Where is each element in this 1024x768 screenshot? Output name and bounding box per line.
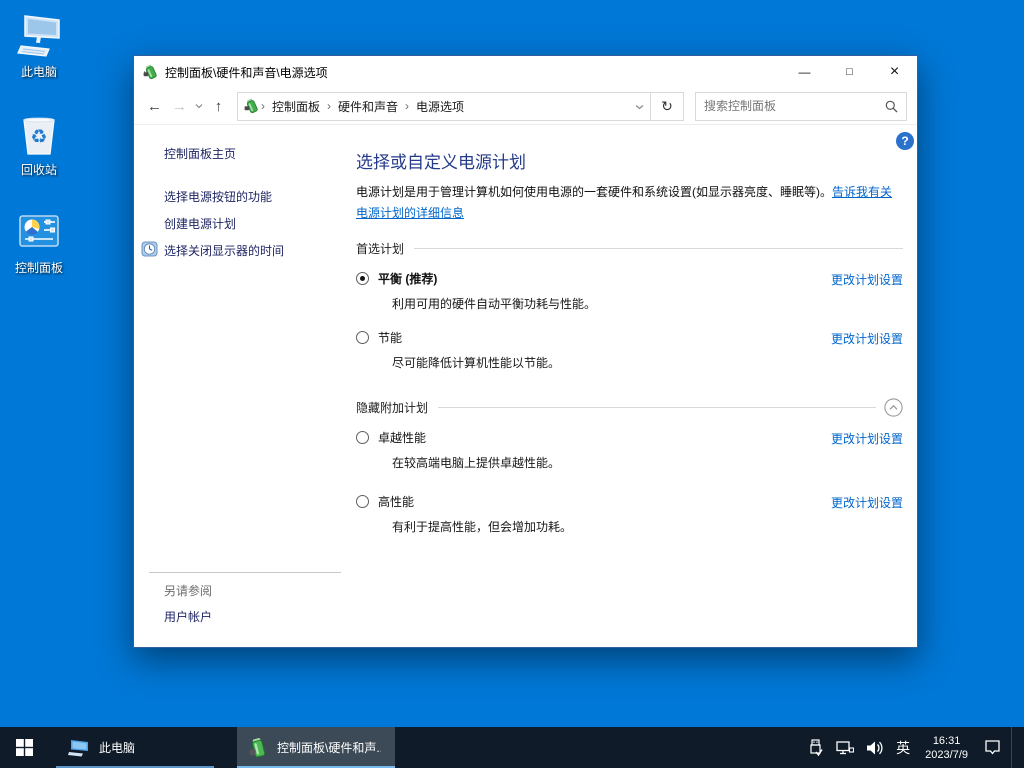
power-options-icon bbox=[244, 98, 258, 114]
desktop-icon-this-pc[interactable]: 此电脑 bbox=[0, 12, 78, 80]
address-chevron-down-icon[interactable] bbox=[635, 99, 644, 113]
section-title: 隐藏附加计划 bbox=[356, 401, 429, 415]
clock-time: 16:31 bbox=[932, 734, 961, 747]
sidebar-item-user-accounts[interactable]: 用户帐户 bbox=[164, 608, 212, 625]
windows-logo-icon bbox=[15, 739, 33, 756]
section-title: 首选计划 bbox=[356, 242, 405, 256]
main-pane: ? 选择或自定义电源计划 电源计划是用于管理计算机如何使用电源的一套硬件和系统设… bbox=[356, 125, 917, 647]
desktop-icon-label: 回收站 bbox=[20, 163, 57, 177]
plan-description: 有利于提高性能，但会增加功耗。 bbox=[392, 520, 573, 534]
taskbar-item-control-panel-power[interactable]: 控制面板\硬件和声... bbox=[237, 727, 395, 768]
taskbar-item-this-pc[interactable]: 此电脑 bbox=[56, 727, 214, 768]
window-title: 控制面板\硬件和声音\电源选项 bbox=[165, 65, 328, 80]
sidebar-item-display-off-time[interactable]: 选择关闭显示器的时间 bbox=[134, 237, 356, 264]
history-chevron-down-icon[interactable] bbox=[192, 93, 206, 119]
breadcrumb-power-options[interactable]: 电源选项 bbox=[410, 98, 470, 115]
radio-balanced[interactable] bbox=[356, 272, 369, 285]
sidebar-item-power-buttons[interactable]: 选择电源按钮的功能 bbox=[134, 183, 356, 210]
control-panel-icon bbox=[15, 208, 63, 256]
desktop-icon-label: 此电脑 bbox=[20, 65, 57, 79]
plan-row-ultimate-performance: 卓越性能 在较高端电脑上提供卓越性能。 更改计划设置 bbox=[356, 429, 903, 471]
sidebar-item-control-panel-home[interactable]: 控制面板主页 bbox=[134, 140, 356, 167]
collapse-chevron-up-icon[interactable] bbox=[884, 398, 903, 417]
plan-row-balanced: 平衡 (推荐) 利用可用的硬件自动平衡功耗与性能。 更改计划设置 bbox=[356, 270, 903, 312]
sidebar: 控制面板主页 选择电源按钮的功能 创建电源计划 选择关闭显示器的时间 另请参阅 … bbox=[134, 125, 356, 647]
change-plan-settings-link[interactable]: 更改计划设置 bbox=[831, 271, 903, 288]
clock-date: 2023/7/9 bbox=[925, 748, 968, 761]
start-button[interactable] bbox=[0, 727, 48, 768]
change-plan-settings-link[interactable]: 更改计划设置 bbox=[831, 430, 903, 447]
titlebar[interactable]: 控制面板\硬件和声音\电源选项 — □ × bbox=[134, 56, 917, 88]
plan-label[interactable]: 节能 bbox=[378, 329, 402, 346]
search-icon[interactable] bbox=[885, 100, 898, 113]
up-icon[interactable]: ↑ bbox=[206, 93, 231, 119]
usb-icon[interactable] bbox=[800, 727, 830, 768]
this-pc-icon bbox=[68, 739, 88, 756]
radio-ultimate-performance[interactable] bbox=[356, 431, 369, 444]
plan-description: 尽可能降低计算机性能以节能。 bbox=[392, 356, 561, 370]
sidebar-item-label: 选择关闭显示器的时间 bbox=[164, 244, 285, 258]
power-options-icon bbox=[143, 64, 157, 80]
help-icon[interactable]: ? bbox=[896, 132, 914, 150]
taskbar: 此电脑 控制面板\硬件和声... 英 16:31 2023/7/9 bbox=[0, 727, 1024, 768]
plan-description: 在较高端电脑上提供卓越性能。 bbox=[392, 456, 561, 470]
window-content: 控制面板主页 选择电源按钮的功能 创建电源计划 选择关闭显示器的时间 另请参阅 … bbox=[134, 125, 917, 647]
taskbar-item-label: 此电脑 bbox=[99, 741, 136, 755]
minimize-button[interactable]: — bbox=[782, 56, 827, 88]
taskbar-item-label: 控制面板\硬件和声... bbox=[277, 741, 381, 755]
change-plan-settings-link[interactable]: 更改计划设置 bbox=[831, 330, 903, 347]
plan-description: 利用可用的硬件自动平衡功耗与性能。 bbox=[392, 297, 597, 311]
show-desktop-divider bbox=[1011, 727, 1012, 768]
plan-label[interactable]: 卓越性能 bbox=[378, 429, 426, 446]
intro-description: 电源计划是用于管理计算机如何使用电源的一套硬件和系统设置(如显示器亮度、睡眠等)… bbox=[356, 185, 832, 199]
desktop-icon-control-panel[interactable]: 控制面板 bbox=[0, 208, 78, 276]
plan-row-high-performance: 高性能 有利于提高性能，但会增加功耗。 更改计划设置 bbox=[356, 493, 903, 535]
power-options-window: 控制面板\硬件和声音\电源选项 — □ × ← → ↑ › 控制面板 › 硬件和… bbox=[133, 55, 918, 648]
ime-indicator[interactable]: 英 bbox=[890, 738, 916, 758]
action-center-icon[interactable] bbox=[977, 727, 1007, 768]
section-hidden-plans: 隐藏附加计划 bbox=[356, 398, 903, 417]
section-preferred-plans: 首选计划 bbox=[356, 240, 903, 257]
svg-text:♻: ♻ bbox=[30, 126, 47, 148]
radio-power-saver[interactable] bbox=[356, 331, 369, 344]
radio-high-performance[interactable] bbox=[356, 495, 369, 508]
close-button[interactable]: × bbox=[872, 56, 917, 88]
system-tray: 英 16:31 2023/7/9 bbox=[800, 727, 1024, 768]
address-bar[interactable]: › 控制面板 › 硬件和声音 › 电源选项 bbox=[237, 91, 651, 121]
forward-icon: → bbox=[172, 97, 187, 115]
page-title: 选择或自定义电源计划 bbox=[356, 153, 526, 172]
intro-text: 电源计划是用于管理计算机如何使用电源的一套硬件和系统设置(如显示器亮度、睡眠等)… bbox=[356, 182, 903, 224]
plan-row-power-saver: 节能 尽可能降低计算机性能以节能。 更改计划设置 bbox=[356, 329, 903, 371]
maximize-button[interactable]: □ bbox=[827, 56, 872, 88]
volume-icon[interactable] bbox=[860, 727, 890, 768]
back-icon[interactable]: ← bbox=[142, 93, 167, 119]
desktop-icon-recycle-bin[interactable]: ♻ 回收站 bbox=[0, 110, 78, 178]
clock-icon bbox=[141, 241, 158, 257]
change-plan-settings-link[interactable]: 更改计划设置 bbox=[831, 494, 903, 511]
desktop-icon-label: 控制面板 bbox=[14, 261, 63, 275]
search-input[interactable] bbox=[704, 99, 885, 113]
plan-label[interactable]: 平衡 (推荐) bbox=[378, 270, 437, 287]
taskbar-clock[interactable]: 16:31 2023/7/9 bbox=[916, 734, 977, 762]
see-also-divider bbox=[149, 572, 341, 573]
see-also-heading: 另请参阅 bbox=[164, 584, 213, 598]
section-rule bbox=[438, 407, 876, 408]
navigation-bar: ← → ↑ › 控制面板 › 硬件和声音 › 电源选项 ↻ 搜索控制面板 bbox=[134, 88, 917, 125]
breadcrumb-hardware-sound[interactable]: 硬件和声音 bbox=[332, 98, 404, 115]
section-rule bbox=[414, 248, 903, 249]
search-box[interactable] bbox=[695, 91, 907, 121]
sidebar-item-create-plan[interactable]: 创建电源计划 bbox=[134, 210, 356, 237]
recycle-bin-icon: ♻ bbox=[15, 110, 63, 158]
plan-label[interactable]: 高性能 bbox=[378, 493, 414, 510]
this-pc-icon bbox=[15, 12, 63, 60]
breadcrumb-control-panel[interactable]: 控制面板 bbox=[266, 98, 326, 115]
power-options-icon bbox=[249, 737, 266, 757]
refresh-icon[interactable]: ↻ bbox=[651, 91, 684, 121]
network-icon[interactable] bbox=[830, 727, 860, 768]
